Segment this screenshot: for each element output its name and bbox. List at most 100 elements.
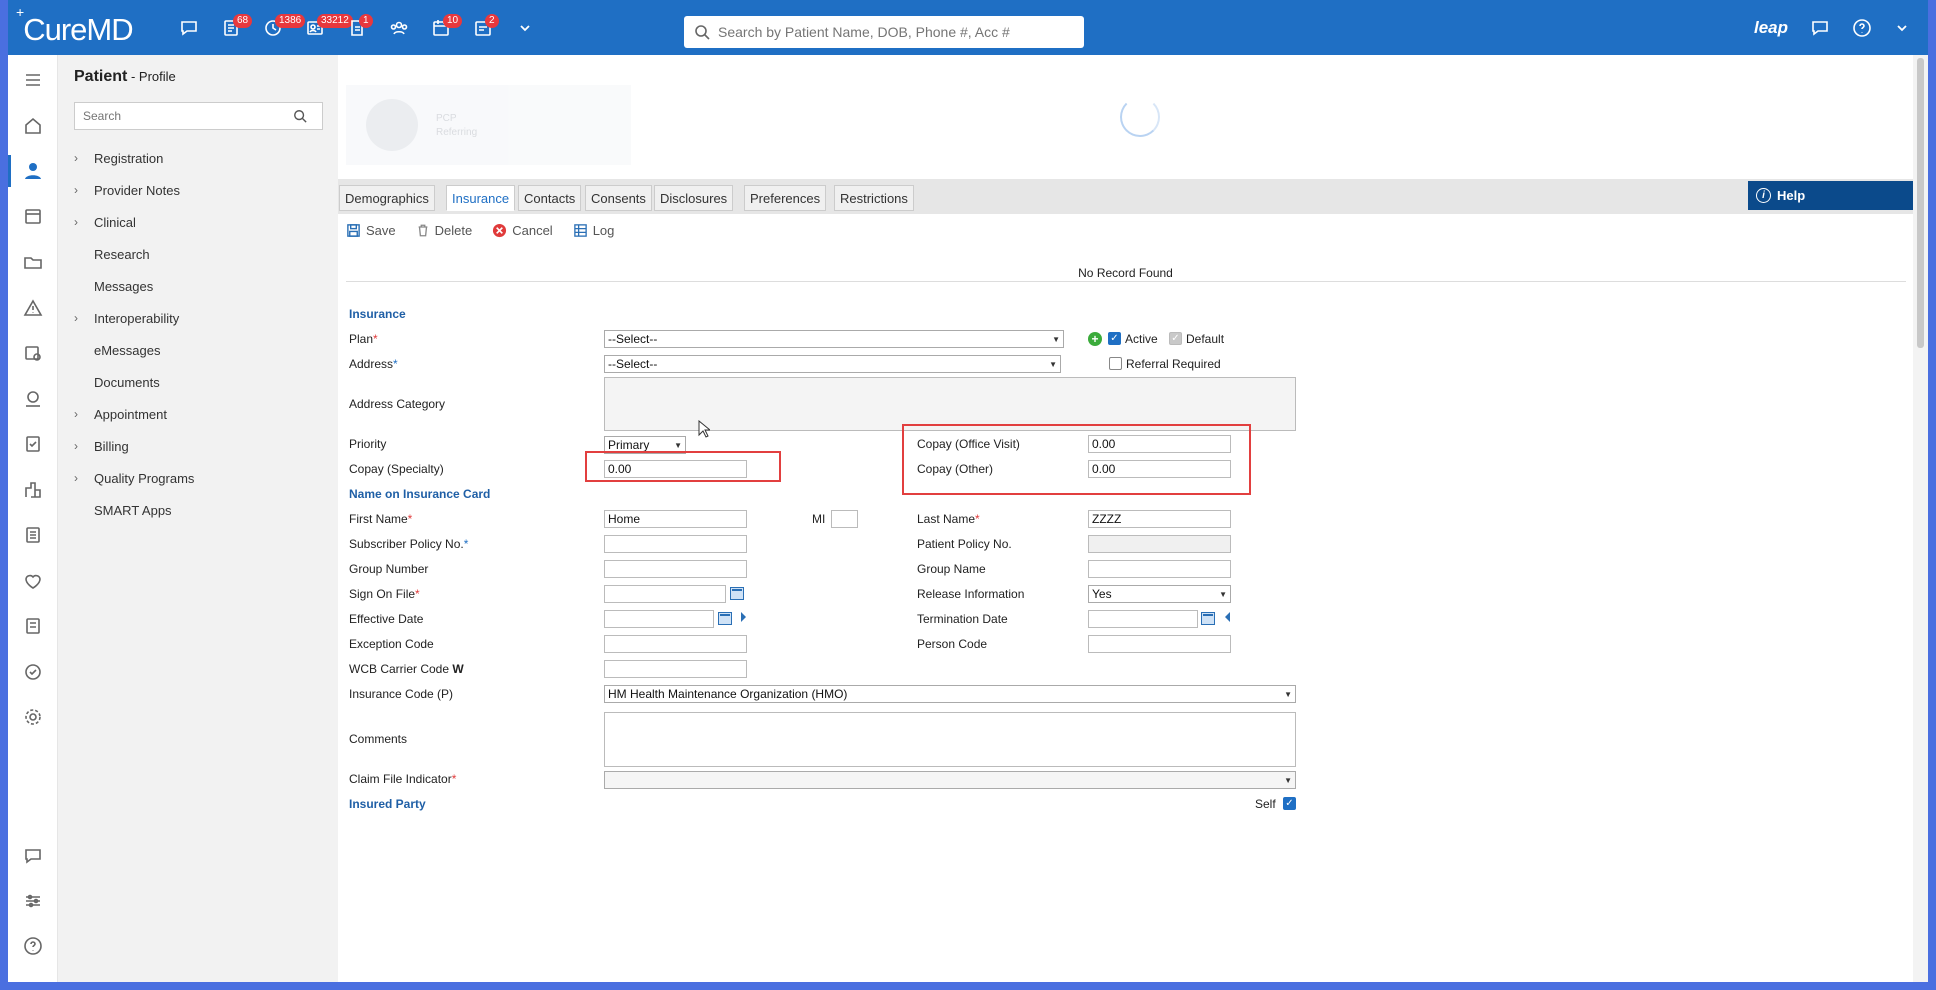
chevron-right-icon: › <box>74 183 78 197</box>
claim-file-indicator-label: Claim File Indicator* <box>349 772 457 786</box>
termination-date-input[interactable] <box>1088 610 1198 628</box>
log-button[interactable]: Log <box>573 223 614 238</box>
nav-item-smart-apps[interactable]: SMART Apps <box>74 500 172 520</box>
add-plan-icon[interactable]: + <box>1088 332 1102 346</box>
payment-icon[interactable] <box>20 386 46 412</box>
patient-search-input[interactable] <box>718 24 1068 40</box>
calendar-icon[interactable] <box>730 587 744 600</box>
groups-icon[interactable] <box>378 0 420 55</box>
plan-select[interactable]: --Select-- ▼ <box>604 330 1064 348</box>
default-checkbox[interactable]: ✓ <box>1169 332 1182 345</box>
home-icon[interactable] <box>20 113 46 139</box>
left-nav-search-input[interactable] <box>83 109 293 123</box>
group-name-input[interactable] <box>1088 560 1231 578</box>
tab-consents[interactable]: Consents <box>585 185 652 211</box>
folder-icon[interactable] <box>20 249 46 275</box>
release-information-select[interactable]: Yes ▼ <box>1088 585 1231 603</box>
verified-icon[interactable] <box>20 659 46 685</box>
documents-icon[interactable]: 1 <box>336 0 378 55</box>
referral-required-checkbox[interactable] <box>1109 357 1122 370</box>
tab-disclosures[interactable]: Disclosures <box>654 185 734 211</box>
patient-policy-input[interactable] <box>1088 535 1231 553</box>
leap-logo[interactable]: leap <box>1754 18 1788 38</box>
tab-contacts[interactable]: Contacts <box>518 185 582 211</box>
info-icon: i <box>1756 188 1771 203</box>
nav-item-appointment[interactable]: › Appointment <box>74 404 167 424</box>
cancel-button[interactable]: Cancel <box>492 223 553 238</box>
patient-icon[interactable] <box>20 158 46 184</box>
facility-icon[interactable] <box>20 477 46 503</box>
clipboard-icon[interactable] <box>20 522 46 548</box>
help-button[interactable]: i Help <box>1748 181 1916 210</box>
calendar-icon[interactable] <box>1201 612 1215 625</box>
alert-icon[interactable] <box>20 295 46 321</box>
billing-icon[interactable] <box>20 340 46 366</box>
messages-icon[interactable] <box>168 0 210 55</box>
next-arrow-icon[interactable] <box>741 612 746 622</box>
divider <box>346 281 1906 282</box>
subscriber-policy-input[interactable] <box>604 535 747 553</box>
patient-policy-label: Patient Policy No. <box>917 537 1012 551</box>
settings-icon[interactable] <box>20 704 46 730</box>
tab-demographics[interactable]: Demographics <box>339 185 435 211</box>
copay-specialty-highlight <box>585 451 781 482</box>
comments-textarea[interactable] <box>604 712 1296 767</box>
sign-on-file-input[interactable] <box>604 585 726 603</box>
self-checkbox[interactable]: ✓ <box>1283 797 1296 810</box>
nav-item-registration[interactable]: › Registration <box>74 148 163 168</box>
refills-icon[interactable]: 1386 <box>252 0 306 55</box>
scrollbar-thumb[interactable] <box>1917 58 1924 348</box>
tab-restrictions[interactable]: Restrictions <box>834 185 914 211</box>
tasks-icon[interactable]: 68 <box>210 0 253 55</box>
help-circle-icon[interactable] <box>1852 18 1872 38</box>
nav-item-messages[interactable]: Messages <box>74 276 153 296</box>
menu-icon[interactable] <box>20 67 46 93</box>
nav-item-quality-programs[interactable]: › Quality Programs <box>74 468 194 488</box>
nav-item-billing[interactable]: › Billing <box>74 436 129 456</box>
health-icon[interactable] <box>20 568 46 594</box>
left-nav-search[interactable] <box>74 102 323 130</box>
prev-arrow-icon[interactable] <box>1225 612 1230 622</box>
delete-button[interactable]: Delete <box>416 223 472 238</box>
exception-code-input[interactable] <box>604 635 747 653</box>
last-name-input[interactable] <box>1088 510 1231 528</box>
reports-icon[interactable] <box>20 431 46 457</box>
lab-badge: 2 <box>485 14 499 28</box>
curemd-logo[interactable]: +CureMD <box>16 4 134 48</box>
nav-item-emessages[interactable]: eMessages <box>74 340 160 360</box>
chat-icon[interactable] <box>1810 18 1830 38</box>
sign-on-file-label: Sign On File* <box>349 587 420 601</box>
person-code-input[interactable] <box>1088 635 1231 653</box>
address-select[interactable]: --Select-- ▼ <box>604 355 1061 373</box>
save-button[interactable]: Save <box>346 223 396 238</box>
tab-preferences[interactable]: Preferences <box>744 185 827 211</box>
insurance-code-select[interactable]: HM Health Maintenance Organization (HMO)… <box>604 685 1296 703</box>
wcb-carrier-code-input[interactable] <box>604 660 747 678</box>
calendar-icon[interactable] <box>718 612 732 625</box>
notes-icon[interactable] <box>20 613 46 639</box>
copay-office-other-highlight <box>902 424 1251 495</box>
nav-item-clinical[interactable]: › Clinical <box>74 212 136 232</box>
patients-icon[interactable]: 33212 <box>294 0 353 55</box>
chevron-down-icon: ▼ <box>674 440 682 450</box>
nav-item-interoperability[interactable]: › Interoperability <box>74 308 179 328</box>
chevron-down-icon[interactable] <box>504 0 546 55</box>
nav-item-provider-notes[interactable]: › Provider Notes <box>74 180 180 200</box>
user-menu-chevron-icon[interactable] <box>1894 20 1910 36</box>
first-name-input[interactable] <box>604 510 747 528</box>
nav-item-documents[interactable]: Documents <box>74 372 160 392</box>
calendar-icon[interactable]: 10 <box>420 0 463 55</box>
claim-file-indicator-select[interactable]: ▼ <box>604 771 1296 789</box>
support-icon[interactable] <box>20 933 46 959</box>
schedule-icon[interactable] <box>20 203 46 229</box>
patient-search[interactable] <box>684 16 1084 48</box>
mi-input[interactable] <box>831 510 858 528</box>
effective-date-input[interactable] <box>604 610 714 628</box>
group-number-input[interactable] <box>604 560 747 578</box>
lab-icon[interactable]: 2 <box>462 0 504 55</box>
tab-insurance[interactable]: Insurance <box>446 185 516 211</box>
feedback-icon[interactable] <box>20 843 46 869</box>
active-checkbox[interactable]: ✓ <box>1108 332 1121 345</box>
nav-item-research[interactable]: Research <box>74 244 150 264</box>
sliders-icon[interactable] <box>20 888 46 914</box>
